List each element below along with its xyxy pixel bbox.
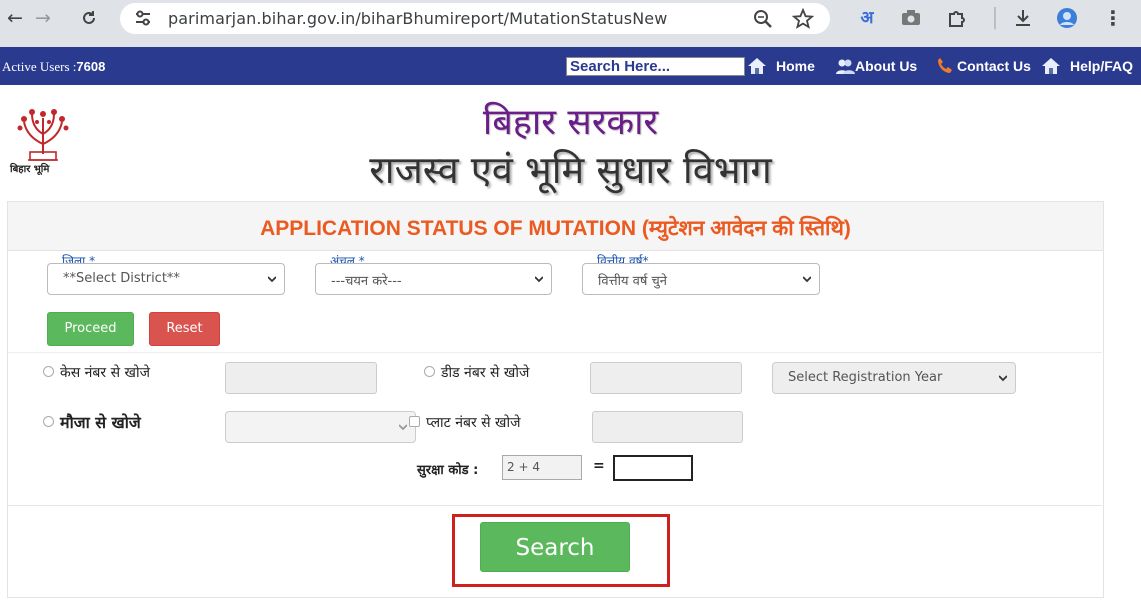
about-link[interactable]: About Us xyxy=(855,58,917,74)
panel-header: APPLICATION STATUS OF MUTATION (म्युटेशन… xyxy=(8,202,1103,251)
chevron-down-icon xyxy=(268,276,276,283)
profile-icon[interactable] xyxy=(1056,6,1078,30)
chevron-down-icon xyxy=(399,424,407,431)
about-users-icon[interactable] xyxy=(835,56,855,76)
toolbar-divider: | xyxy=(991,5,999,30)
captcha-label: सुरक्षा कोड : xyxy=(417,463,479,478)
mauja-label: मौजा से खोजे xyxy=(60,413,141,432)
plot-number-checkbox[interactable] xyxy=(409,416,420,427)
plot-number-label: प्लाट नंबर से खोजे xyxy=(426,415,521,431)
header-government-title: बिहार सरकार xyxy=(482,102,659,143)
camera-icon[interactable] xyxy=(900,6,922,30)
deed-number-input[interactable] xyxy=(590,362,742,394)
back-icon[interactable]: ← xyxy=(0,6,30,30)
active-users-label: Active Users : xyxy=(2,59,77,74)
phone-icon[interactable] xyxy=(935,56,955,76)
captcha-answer-input[interactable] xyxy=(613,455,693,481)
url-text[interactable]: parimarjan.bihar.gov.in/biharBhumireport… xyxy=(168,9,667,28)
deed-number-radio[interactable] xyxy=(424,366,435,377)
chevron-down-icon xyxy=(803,276,811,283)
captcha-equals: = xyxy=(593,458,605,474)
site-info-icon[interactable] xyxy=(134,9,152,27)
reset-button[interactable]: Reset xyxy=(149,312,220,346)
active-users: Active Users :7608 xyxy=(2,59,105,75)
deed-number-label: डीड नंबर से खोजे xyxy=(441,365,530,381)
extensions-icon[interactable] xyxy=(946,6,968,30)
active-users-count: 7608 xyxy=(76,59,106,74)
site-search-input[interactable]: Search Here... xyxy=(566,57,745,76)
contact-link[interactable]: Contact Us xyxy=(957,58,1031,74)
case-number-label: केस नंबर से खोजे xyxy=(60,365,150,381)
divider xyxy=(8,352,1102,353)
home-link[interactable]: Home xyxy=(776,58,815,74)
case-number-input[interactable] xyxy=(225,362,377,394)
fin-year-select[interactable]: वित्तीय वर्ष चुने xyxy=(582,263,820,295)
mauja-select[interactable] xyxy=(225,411,416,443)
site-topbar: Active Users :7608 Search Here... Home A… xyxy=(0,47,1141,85)
case-number-radio[interactable] xyxy=(43,366,54,377)
home-icon[interactable] xyxy=(747,56,767,76)
registration-year-select[interactable]: Select Registration Year xyxy=(772,362,1016,394)
district-select-value: **Select District** xyxy=(63,271,180,286)
fin-year-select-value: वित्तीय वर्ष चुने xyxy=(598,274,667,289)
form-title: APPLICATION STATUS OF MUTATION (म्युटेशन… xyxy=(260,217,851,240)
captcha-question: 2 + 4 xyxy=(502,455,582,480)
download-icon[interactable] xyxy=(1012,6,1034,30)
bookmark-star-icon[interactable] xyxy=(792,8,814,30)
plot-number-input[interactable] xyxy=(592,411,743,443)
reload-icon[interactable] xyxy=(74,6,104,30)
proceed-button[interactable]: Proceed xyxy=(47,312,134,346)
forward-icon[interactable]: → xyxy=(28,6,58,30)
header-department-title: राजस्व एवं भूमि सुधार विभाग xyxy=(369,148,772,192)
divider xyxy=(8,505,1102,506)
mauja-radio[interactable] xyxy=(43,416,54,427)
translate-icon[interactable]: अ xyxy=(856,6,878,30)
district-select[interactable]: **Select District** xyxy=(47,263,285,295)
circle-select-value: ---चयन करे--- xyxy=(331,274,402,289)
circle-select[interactable]: ---चयन करे--- xyxy=(315,263,552,295)
chevron-down-icon xyxy=(999,375,1007,382)
search-button[interactable]: Search xyxy=(480,522,630,572)
chevron-down-icon xyxy=(535,276,543,283)
browser-toolbar: ← → parimarjan.bihar.gov.in/biharBhumire… xyxy=(0,0,1141,47)
menu-icon[interactable]: ⋮ xyxy=(1102,6,1124,30)
address-bar[interactable]: parimarjan.bihar.gov.in/biharBhumireport… xyxy=(120,3,830,34)
help-home-icon[interactable] xyxy=(1041,56,1061,76)
zoom-icon[interactable] xyxy=(752,8,774,30)
registration-year-value: Select Registration Year xyxy=(788,370,943,385)
help-link[interactable]: Help/FAQ xyxy=(1070,58,1133,74)
